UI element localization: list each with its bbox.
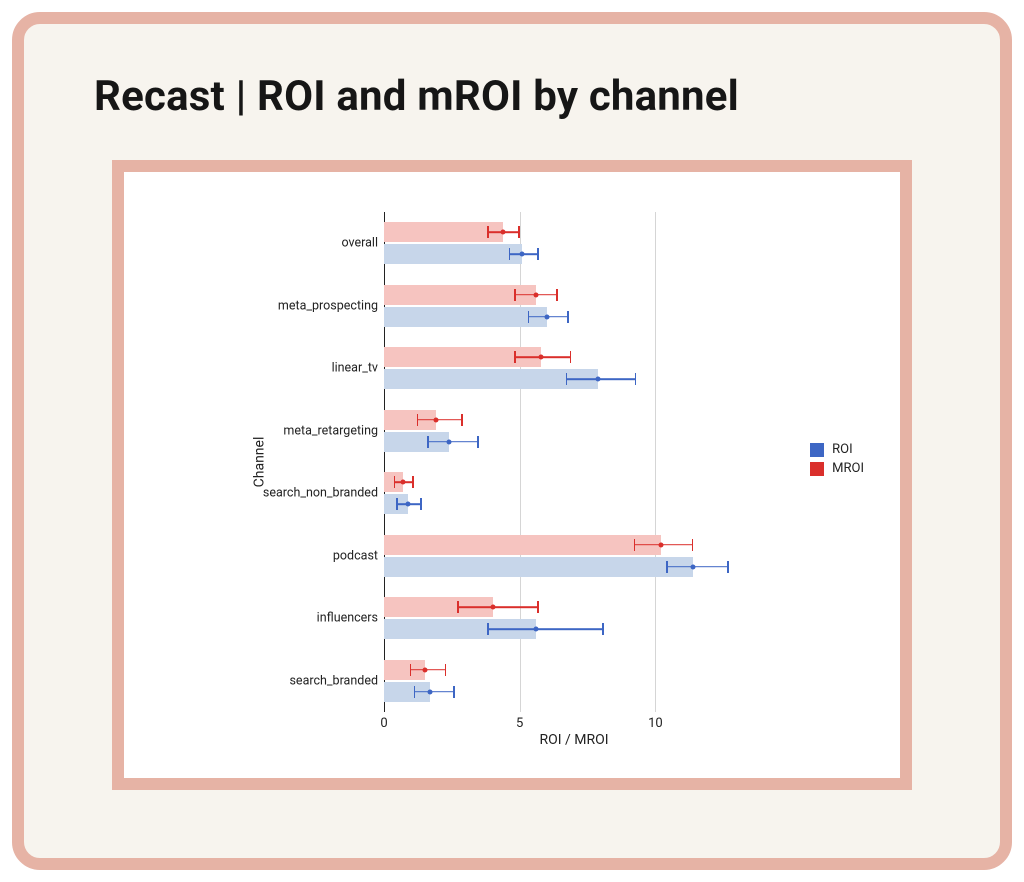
errorbar-roi xyxy=(528,307,569,327)
legend-swatch-roi xyxy=(810,443,824,457)
legend-swatch-mroi xyxy=(810,462,824,476)
legend-label-roi: ROI xyxy=(832,442,853,457)
bar-roi xyxy=(384,244,522,264)
errorbar-mroi xyxy=(487,222,520,242)
errorbar-roi xyxy=(666,557,728,577)
legend-item-roi: ROI xyxy=(810,442,864,457)
errorbar-mroi xyxy=(457,597,538,617)
legend-item-mroi: MROI xyxy=(810,461,864,476)
errorbar-roi xyxy=(566,369,637,389)
page-title: Recast | ROI and mROI by channel xyxy=(94,72,739,121)
errorbar-mroi xyxy=(634,535,694,555)
legend-label-mroi: MROI xyxy=(832,461,864,476)
category-row: overall xyxy=(384,212,764,275)
errorbar-mroi xyxy=(514,285,557,305)
outer-card: Recast | ROI and mROI by channel Channel… xyxy=(12,12,1012,870)
errorbar-mroi xyxy=(410,660,447,680)
bar-mroi xyxy=(384,222,503,242)
x-tick-label: 0 xyxy=(380,716,387,731)
category-label: podcast xyxy=(333,548,384,563)
category-label: meta_retargeting xyxy=(283,423,384,438)
category-row: linear_tv xyxy=(384,337,764,400)
category-label: search_non_branded xyxy=(263,486,384,501)
x-tick-label: 5 xyxy=(516,716,523,731)
category-row: influencers xyxy=(384,587,764,650)
bar-roi xyxy=(384,307,547,327)
y-axis-label: Channel xyxy=(251,437,267,488)
category-row: search_branded xyxy=(384,650,764,713)
chart: Channel ROI / MROI 0510 overallmeta_pros… xyxy=(124,172,900,778)
errorbar-roi xyxy=(509,244,539,264)
errorbar-mroi xyxy=(417,410,463,430)
x-axis-label: ROI / MROI xyxy=(539,732,608,748)
category-label: meta_prospecting xyxy=(278,298,384,313)
category-row: podcast xyxy=(384,525,764,588)
errorbar-mroi xyxy=(394,472,414,492)
bar-mroi xyxy=(384,285,536,305)
category-row: meta_prospecting xyxy=(384,275,764,338)
plot-area: Channel ROI / MROI 0510 overallmeta_pros… xyxy=(384,212,764,712)
x-tick-label: 10 xyxy=(648,716,663,731)
x-axis: ROI / MROI 0510 xyxy=(384,712,764,752)
errorbar-roi xyxy=(414,682,455,702)
category-row: search_non_branded xyxy=(384,462,764,525)
category-label: search_branded xyxy=(289,673,384,688)
category-row: meta_retargeting xyxy=(384,400,764,463)
legend: ROI MROI xyxy=(810,442,864,480)
chart-card: Channel ROI / MROI 0510 overallmeta_pros… xyxy=(112,160,912,790)
errorbar-roi xyxy=(427,432,479,452)
errorbar-mroi xyxy=(514,347,571,367)
errorbar-roi xyxy=(487,619,604,639)
bar-roi xyxy=(384,557,693,577)
category-label: influencers xyxy=(317,611,384,626)
bar-mroi xyxy=(384,535,661,555)
category-label: overall xyxy=(341,236,384,251)
category-label: linear_tv xyxy=(332,361,384,376)
errorbar-roi xyxy=(396,494,422,514)
